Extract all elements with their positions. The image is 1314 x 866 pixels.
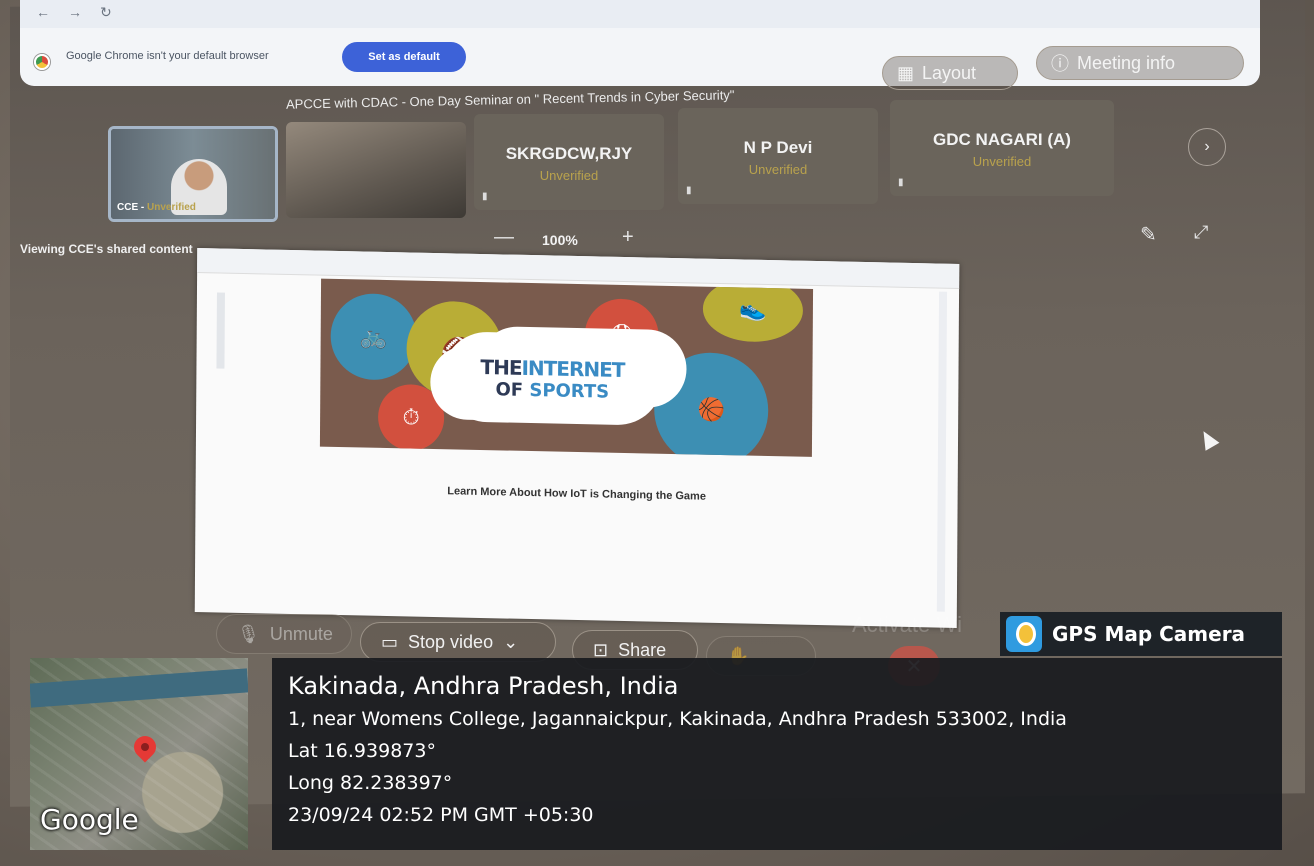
participant-name: N P Devi (743, 138, 813, 157)
location-pin-icon (129, 731, 161, 763)
participant-status: Unverified (539, 168, 599, 183)
gps-map-camera-icon (1006, 616, 1042, 652)
set-as-default-button[interactable]: Set as default (342, 42, 466, 72)
gps-app-badge: GPS Map Camera (1000, 612, 1282, 656)
muted-mic-icon: ▮ (686, 185, 692, 196)
fullscreen-icon[interactable]: ⤢ (1194, 222, 1208, 243)
meeting-info-button[interactable]: ⓘ Meeting info (1036, 46, 1244, 80)
reload-icon[interactable]: ↻ (100, 4, 112, 21)
layout-icon: ▦ (897, 62, 915, 83)
iot-sports-banner: 🚲 🏈 ⛑ 👟 🏀 ⏱ THEINTERNET OF SPORTS (319, 278, 814, 457)
muted-mic-icon: ▮ (482, 191, 488, 202)
slide-title-cloud: THEINTERNET OF SPORTS (442, 331, 663, 426)
info-icon: ⓘ (1051, 54, 1069, 74)
map-river (30, 668, 248, 708)
bicycle-icon: 🚲 (330, 292, 417, 381)
annotate-icon[interactable]: ✎ (1140, 222, 1157, 247)
gps-longitude: Long 82.238397° (288, 772, 453, 794)
participant-label: CCE - Unverified (117, 202, 196, 213)
slide-caption: Learn More About How IoT is Changing the… (447, 485, 707, 503)
shared-right-toolbar (936, 291, 948, 612)
activate-windows-watermark: Activate Wi (852, 612, 963, 637)
gps-location-title: Kakinada, Andhra Pradesh, India (288, 672, 679, 700)
chrome-logo-icon (34, 54, 50, 70)
map-thumbnail: Google (30, 658, 248, 850)
gps-latitude: Lat 16.939873° (288, 740, 436, 762)
default-browser-notice: Google Chrome isn't your default browser (66, 50, 269, 62)
slide-title-line2: OF SPORTS (495, 378, 610, 403)
zoom-in-button[interactable]: + (622, 226, 634, 249)
unmute-label: Unmute (269, 623, 333, 644)
shared-content-window: 🚲 🏈 ⛑ 👟 🏀 ⏱ THEINTERNET OF SPORTS Learn … (194, 248, 960, 628)
viewing-shared-content-label: Viewing CCE's shared content (20, 242, 193, 256)
basketball-icon: 🏀 (653, 351, 769, 457)
participant-status: Unverified (748, 162, 808, 177)
slide-title-line1: THEINTERNET (480, 354, 625, 382)
stopwatch-icon: ⏱ (377, 383, 445, 452)
layout-button[interactable]: ▦ Layout (882, 56, 1018, 90)
gps-address: 1, near Womens College, Jagannaickpur, K… (288, 708, 1067, 730)
stop-video-button[interactable]: ▭ Stop video ⌄ (360, 622, 556, 662)
participant-name: SKRGDCW,RJY (505, 144, 633, 163)
gps-app-name: GPS Map Camera (1052, 622, 1246, 646)
participant-tile-cce[interactable]: CCE - Unverified (108, 126, 278, 222)
unmute-button[interactable]: 🎙 Unmute (216, 614, 352, 654)
gps-info-panel: Kakinada, Andhra Pradesh, India 1, near … (272, 658, 1282, 850)
shared-left-toolbar (216, 292, 225, 369)
zoom-level: 100% (542, 232, 578, 248)
participant-tile-gdc-nagari[interactable]: GDC NAGARI (A) Unverified ▮ (890, 100, 1114, 196)
chevron-down-icon: ⌄ (503, 631, 519, 652)
participant-tile-np-devi[interactable]: N P Devi Unverified ▮ (678, 108, 878, 204)
next-participants-button[interactable]: › (1188, 128, 1226, 166)
chevron-right-icon: › (1204, 138, 1210, 155)
participant-status: Unverified (972, 154, 1032, 169)
stop-video-label: Stop video (408, 631, 494, 652)
participant-name: GDC NAGARI (A) (933, 130, 1071, 149)
participant-tile-skrgdcw[interactable]: SKRGDCW,RJY Unverified ▮ (474, 114, 664, 210)
mic-icon: 🎙 (237, 623, 260, 644)
meeting-info-label: Meeting info (1077, 52, 1176, 73)
participant-tile-audience-video[interactable] (286, 122, 466, 218)
back-icon[interactable]: ← (36, 4, 50, 20)
video-camera-icon: ▭ (381, 631, 399, 652)
muted-mic-icon: ▮ (898, 177, 904, 188)
zoom-out-button[interactable]: — (494, 226, 514, 249)
browser-toolbar: ← → ↻ (20, 0, 1260, 29)
google-logo: Google (40, 803, 139, 836)
gps-datetime: 23/09/24 02:52 PM GMT +05:30 (288, 804, 594, 826)
shoe-icon: 👟 (702, 278, 804, 343)
layout-button-label: Layout (922, 62, 977, 83)
forward-icon[interactable]: → (68, 4, 82, 20)
